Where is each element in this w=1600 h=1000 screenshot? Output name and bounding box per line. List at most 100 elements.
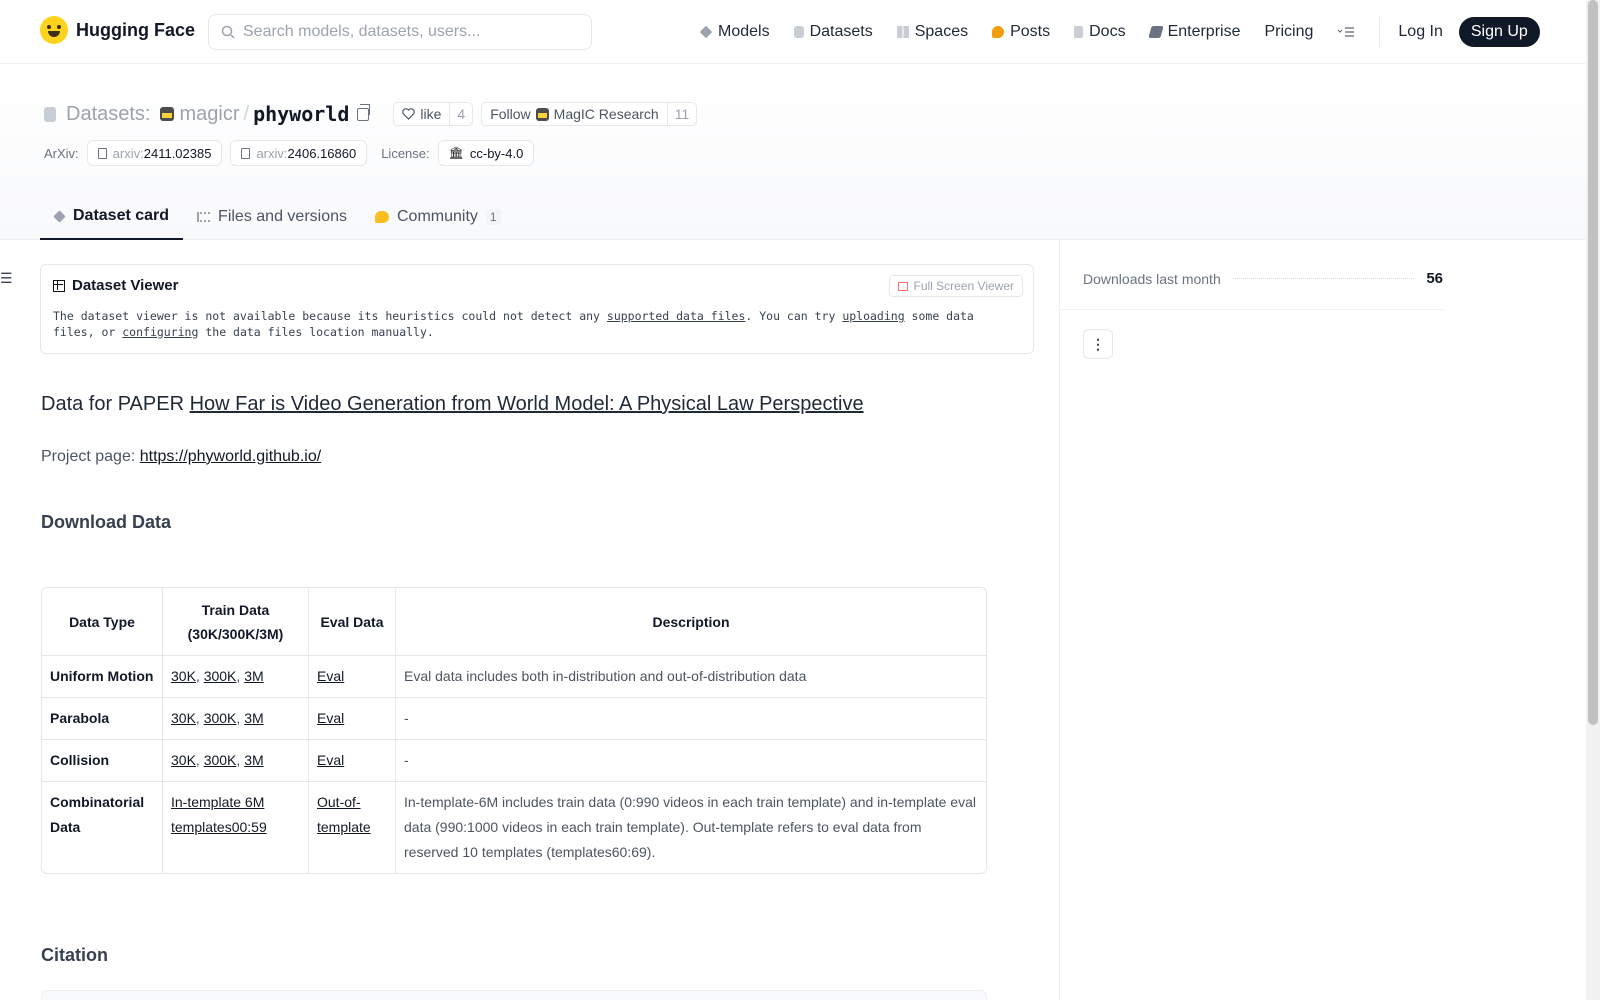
tab-dataset-card[interactable]: Dataset card [40, 194, 184, 240]
posts-icon [992, 26, 1005, 38]
project-page-line: Project page: https://phyworld.github.io… [41, 448, 321, 466]
project-page-link[interactable]: https://phyworld.github.io/ [140, 448, 321, 465]
msg-text: the data files location manually. [198, 324, 434, 339]
paper-title-link[interactable]: How Far is Video Generation from World M… [190, 393, 864, 415]
description-cell: - [396, 740, 986, 782]
tab-files-and-versions[interactable]: Files and versions [183, 194, 361, 240]
nav-enterprise-label: Enterprise [1167, 23, 1241, 40]
table-row: Parabola 30K, 300K, 3M Eval - [42, 698, 986, 740]
eval-data-cell: Out-of-template [309, 782, 396, 873]
org-avatar-icon [160, 107, 175, 121]
nav-spaces-label: Spaces [914, 23, 969, 40]
nav-more-menu[interactable] [1337, 26, 1355, 38]
datasets-icon [793, 26, 804, 38]
spaces-icon [896, 26, 909, 38]
arxiv-id: 2406.16860 [287, 145, 357, 161]
follow-button[interactable]: Follow MagIC Research 11 [481, 102, 698, 126]
train-30k-link[interactable]: 30K [171, 710, 196, 726]
nav-datasets-label: Datasets [809, 23, 873, 40]
org-link[interactable]: magicr [179, 103, 239, 126]
dataset-card-icon [53, 209, 66, 223]
train-data-cell: 30K, 300K, 3M [163, 698, 309, 740]
train-300k-link[interactable]: 300K [204, 710, 237, 726]
eval-link[interactable]: Eval [317, 668, 344, 684]
in-template-link[interactable]: In-template 6M templates00:59 [171, 794, 267, 835]
eval-data-cell: Eval [309, 740, 396, 782]
nav-datasets[interactable]: Datasets [793, 23, 873, 41]
train-30k-link[interactable]: 30K [171, 668, 196, 684]
downloads-label: Downloads last month [1083, 270, 1221, 287]
copy-icon[interactable] [357, 103, 371, 121]
tab-label: Dataset card [73, 207, 170, 224]
signup-button[interactable]: Sign Up [1458, 17, 1540, 47]
like-count[interactable]: 4 [449, 103, 472, 125]
models-icon [699, 25, 713, 39]
like-button[interactable]: like 4 [393, 102, 474, 126]
train-300k-link[interactable]: 300K [204, 752, 237, 768]
like-main[interactable]: like [394, 103, 449, 125]
dataset-icon [44, 106, 56, 122]
configuring-link[interactable]: configuring [122, 325, 198, 339]
train-300k-link[interactable]: 300K [204, 668, 237, 684]
hugging-face-logo-icon [40, 16, 68, 44]
viewer-unavailable-message: The dataset viewer is not available beca… [53, 309, 1013, 340]
logo[interactable]: Hugging Face [40, 16, 195, 44]
tab-community[interactable]: Community 1 [361, 194, 515, 240]
license-chip[interactable]: 🏛︎ cc-by-4.0 [437, 140, 535, 166]
community-count: 1 [485, 209, 501, 225]
logo-text: Hugging Face [76, 19, 196, 40]
out-of-template-link[interactable]: Out-of-template [317, 794, 371, 835]
downloads-row: Downloads last month 56 [1083, 270, 1443, 287]
repo-name-link[interactable]: phyworld [253, 102, 349, 126]
search-box[interactable] [208, 14, 592, 50]
license-label: License: [381, 145, 430, 161]
nav-posts[interactable]: Posts [992, 23, 1050, 41]
enterprise-icon [1147, 26, 1164, 38]
train-3m-link[interactable]: 3M [244, 710, 263, 726]
data-type-cell: Combinatorial Data [42, 782, 163, 873]
nav-docs[interactable]: Docs [1074, 23, 1126, 41]
section-label: Datasets: [66, 102, 151, 125]
nav-spaces[interactable]: Spaces [896, 23, 969, 41]
follow-main[interactable]: Follow MagIC Research [482, 103, 667, 125]
paper-heading: Data for PAPER How Far is Video Generati… [41, 393, 864, 416]
supported-data-files-link[interactable]: supported data files [607, 309, 745, 323]
uploading-link[interactable]: uploading [842, 309, 904, 323]
arxiv-chip-2[interactable]: arxiv:2406.16860 [230, 140, 368, 166]
paper-prefix: Data for PAPER [41, 393, 190, 415]
nav-pricing[interactable]: Pricing [1264, 23, 1313, 41]
scrollbar-thumb[interactable] [1588, 0, 1598, 725]
follow-count[interactable]: 11 [666, 103, 697, 125]
full-screen-label: Full Screen Viewer [913, 279, 1015, 293]
repo-header: Datasets: magicr / phyworld like 4 Follo… [0, 64, 1586, 240]
msg-text: . You can try [745, 309, 843, 323]
search-input[interactable] [243, 23, 573, 41]
login-link[interactable]: Log In [1398, 23, 1442, 41]
full-screen-viewer-button[interactable]: Full Screen Viewer [888, 275, 1023, 297]
train-3m-link[interactable]: 3M [244, 668, 263, 684]
eval-link[interactable]: Eval [317, 752, 344, 768]
table-icon [53, 279, 65, 292]
tab-label: Community [397, 208, 478, 225]
msg-text: The dataset viewer is not available beca… [53, 309, 607, 323]
description-cell: In-template-6M includes train data (0:99… [404, 794, 976, 860]
nav-enterprise[interactable]: Enterprise [1147, 23, 1241, 41]
download-data-heading: Download Data [41, 512, 172, 532]
nav-pricing-label: Pricing [1264, 23, 1314, 40]
dataset-viewer-box: Dataset Viewer Full Screen Viewer The da… [40, 264, 1034, 354]
train-3m-link[interactable]: 3M [244, 752, 263, 768]
heart-icon [402, 108, 416, 120]
sidebar-divider [1059, 240, 1060, 1000]
dataset-viewer-title: Dataset Viewer [53, 277, 178, 294]
arxiv-chip-1[interactable]: arxiv:2411.02385 [86, 140, 223, 166]
nav-models[interactable]: Models [699, 23, 770, 41]
arxiv-id: 2411.02385 [143, 145, 212, 161]
nav-docs-label: Docs [1089, 23, 1126, 40]
license-value: cc-by-4.0 [469, 145, 524, 161]
train-30k-link[interactable]: 30K [171, 752, 196, 768]
citation-heading: Citation [41, 945, 108, 965]
more-options-button[interactable]: ⋮ [1083, 329, 1113, 359]
page-scrollbar[interactable] [1586, 0, 1600, 1000]
table-of-contents-icon[interactable]: ☰ [0, 270, 13, 287]
eval-link[interactable]: Eval [317, 710, 344, 726]
